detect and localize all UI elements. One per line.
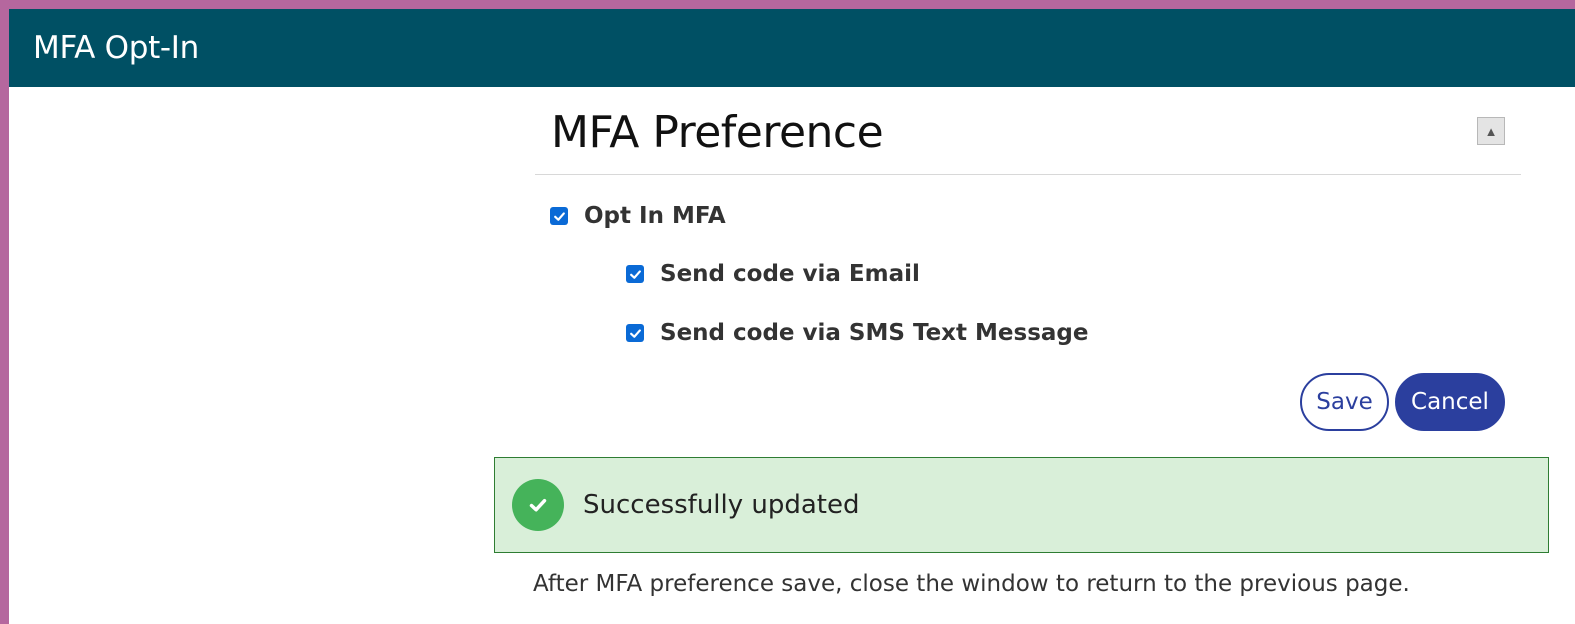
send-code-sms-checkbox[interactable] xyxy=(626,324,644,342)
checkmark-icon xyxy=(553,211,565,221)
send-code-email-checkbox[interactable] xyxy=(626,265,644,283)
panel-title: MFA Preference xyxy=(551,107,884,158)
send-code-email-label: Send code via Email xyxy=(660,261,920,287)
cancel-button[interactable]: Cancel xyxy=(1395,373,1505,431)
opt-in-mfa-label: Opt In MFA xyxy=(584,203,726,229)
collapse-button[interactable]: ▲ xyxy=(1477,117,1505,145)
triangle-up-icon: ▲ xyxy=(1484,123,1498,139)
panel-header: MFA Preference ▲ xyxy=(535,97,1521,175)
send-code-sms-option[interactable]: Send code via SMS Text Message xyxy=(626,320,1088,346)
success-alert: Successfully updated xyxy=(494,457,1549,553)
success-message: Successfully updated xyxy=(583,490,860,520)
popup-window: MFA Opt-In MFA Preference ▲ Opt In MFA S… xyxy=(9,9,1575,624)
checkmark-icon xyxy=(629,328,641,338)
opt-in-mfa-option[interactable]: Opt In MFA xyxy=(550,203,726,229)
footnote-text: After MFA preference save, close the win… xyxy=(533,571,1410,597)
send-code-sms-label: Send code via SMS Text Message xyxy=(660,320,1089,346)
checkmark-icon xyxy=(629,269,641,279)
window-title: MFA Opt-In xyxy=(33,30,200,66)
opt-in-mfa-checkbox[interactable] xyxy=(550,207,568,225)
check-circle-icon xyxy=(512,479,564,531)
send-code-email-option[interactable]: Send code via Email xyxy=(626,261,920,287)
save-button[interactable]: Save xyxy=(1300,373,1389,431)
window-titlebar: MFA Opt-In xyxy=(9,9,1575,87)
